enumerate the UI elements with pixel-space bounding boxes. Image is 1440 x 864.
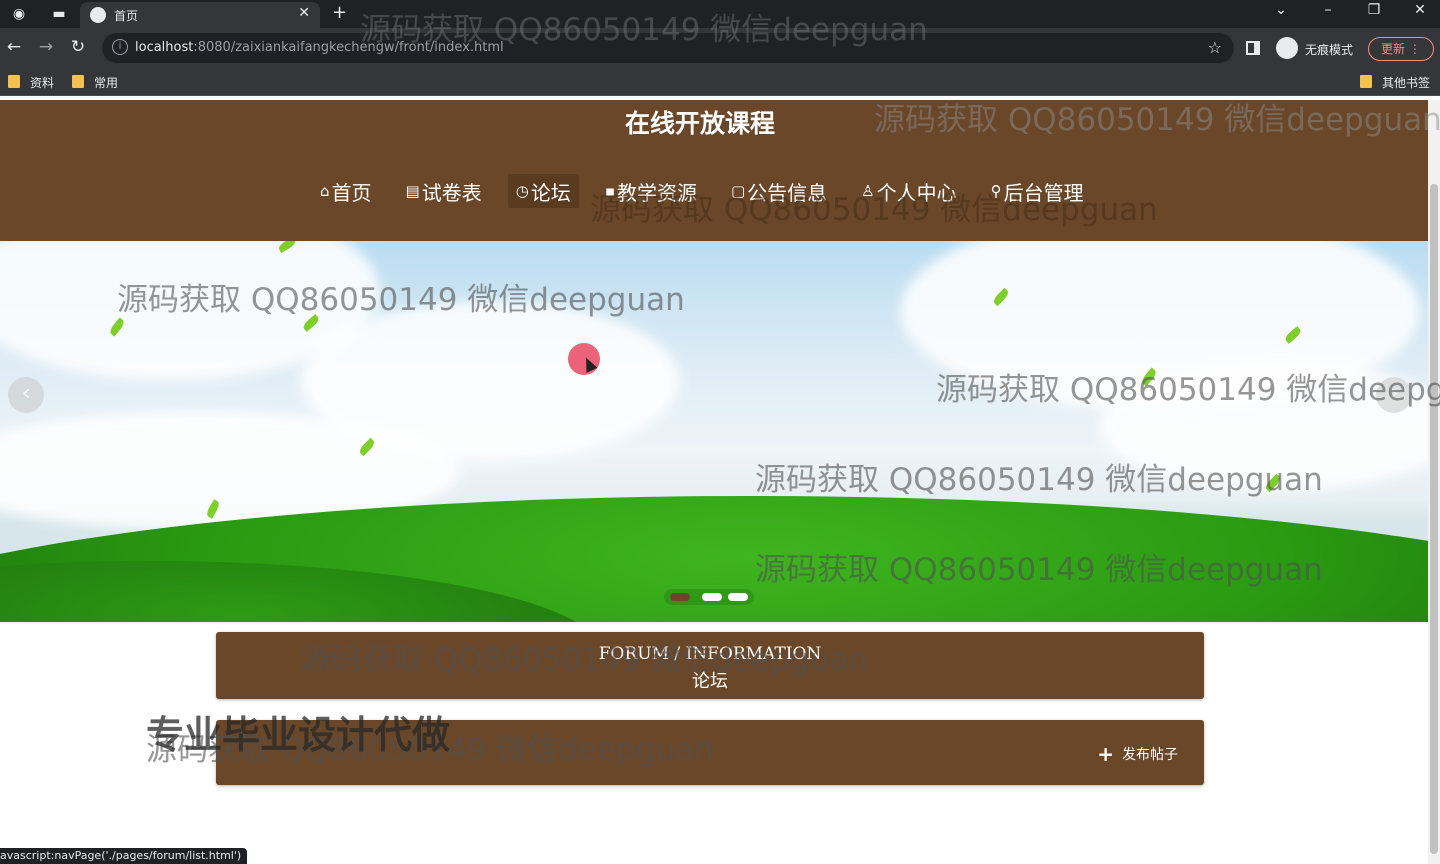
watermark-text: 源码获取 QQ86050149 微信deepguan <box>360 12 928 48</box>
promo-overlay-text: 专业毕业设计代做 <box>146 713 451 757</box>
globe-icon[interactable]: ◉ <box>8 4 30 24</box>
watermark-text: 源码获取 QQ86050149 微信deepguan <box>755 552 1323 588</box>
restore-icon[interactable]: ❐ <box>1359 2 1389 18</box>
favicon-icon <box>90 7 106 23</box>
new-post-label: 发布帖子 <box>1122 747 1178 763</box>
carousel-indicators <box>664 589 754 605</box>
reload-icon[interactable]: ↻ <box>66 37 90 57</box>
bookmark-folder-changyong[interactable]: 常用 <box>72 74 118 91</box>
back-icon[interactable]: ← <box>2 37 26 57</box>
nav-item-exams[interactable]: ▤ 试卷表 <box>398 174 490 208</box>
carousel-dot[interactable] <box>702 593 722 601</box>
site-info-icon[interactable]: i <box>112 39 128 55</box>
watermark-text: 源码获取 QQ86050149 微信deepguan <box>874 102 1440 138</box>
scrollbar-thumb[interactable] <box>1430 184 1438 854</box>
carousel-dot[interactable] <box>670 593 690 601</box>
forward-icon[interactable]: → <box>34 37 58 57</box>
close-window-icon[interactable]: ✕ <box>1405 2 1435 18</box>
nav-item-home[interactable]: ⌂ 首页 <box>312 174 380 208</box>
incognito-icon[interactable] <box>1276 37 1298 59</box>
tab-list-chevron-icon[interactable]: ⌄ <box>1266 2 1296 18</box>
tab-title: 首页 <box>114 9 139 23</box>
watermark-text: 源码获取 QQ86050149 微信deepguan <box>300 642 868 678</box>
forum-icon: ◷ <box>515 182 529 200</box>
watermark-text: 源码获取 QQ86050149 微信deepguan <box>590 192 1158 228</box>
minimize-icon[interactable]: – <box>1313 2 1343 18</box>
bookmark-star-icon[interactable]: ☆ <box>1208 38 1222 57</box>
update-label: 更新 <box>1381 42 1406 56</box>
tab-search-icon[interactable]: ▬ <box>48 4 70 24</box>
tab-close-icon[interactable]: ✕ <box>298 5 310 21</box>
nav-label: 试卷表 <box>421 180 482 205</box>
carousel-prev-button[interactable]: ‹ <box>8 377 44 413</box>
watermark-text: 源码获取 QQ86050149 微信deepguan <box>755 462 1323 498</box>
nav-item-forum[interactable]: ◷ 论坛 <box>507 174 579 208</box>
page-scrollbar[interactable] <box>1428 100 1440 864</box>
browser-tab[interactable]: 首页 ✕ <box>80 2 320 28</box>
carousel-dot[interactable] <box>728 593 748 601</box>
incognito-label[interactable]: 无痕模式 <box>1305 41 1353 58</box>
url-host: localhost <box>135 40 194 55</box>
home-icon: ⌂ <box>320 182 330 200</box>
new-tab-button[interactable]: + <box>332 2 347 23</box>
new-post-button[interactable]: + 发布帖子 <box>1097 742 1178 766</box>
nav-label: 论坛 <box>530 180 571 205</box>
other-bookmarks-folder[interactable]: 其他书签 <box>1360 74 1430 91</box>
watermark-text: 源码获取 QQ86050149 微信deepguan <box>117 282 685 318</box>
bookmarks-bar: 资料 常用 其他书签 <box>0 68 1440 96</box>
nav-label: 首页 <box>331 180 372 205</box>
bookmark-folder-ziliao[interactable]: 资料 <box>8 74 54 91</box>
side-panel-icon[interactable] <box>1246 41 1260 55</box>
link-status-bar: avascript:navPage('./pages/forum/list.ht… <box>0 848 248 864</box>
plus-icon: + <box>1097 742 1114 766</box>
update-button[interactable]: 更新 ⋮ <box>1368 37 1434 61</box>
exam-icon: ▤ <box>405 182 420 200</box>
watermark-text: 源码获取 QQ86050149 微信deepguan <box>936 372 1440 408</box>
